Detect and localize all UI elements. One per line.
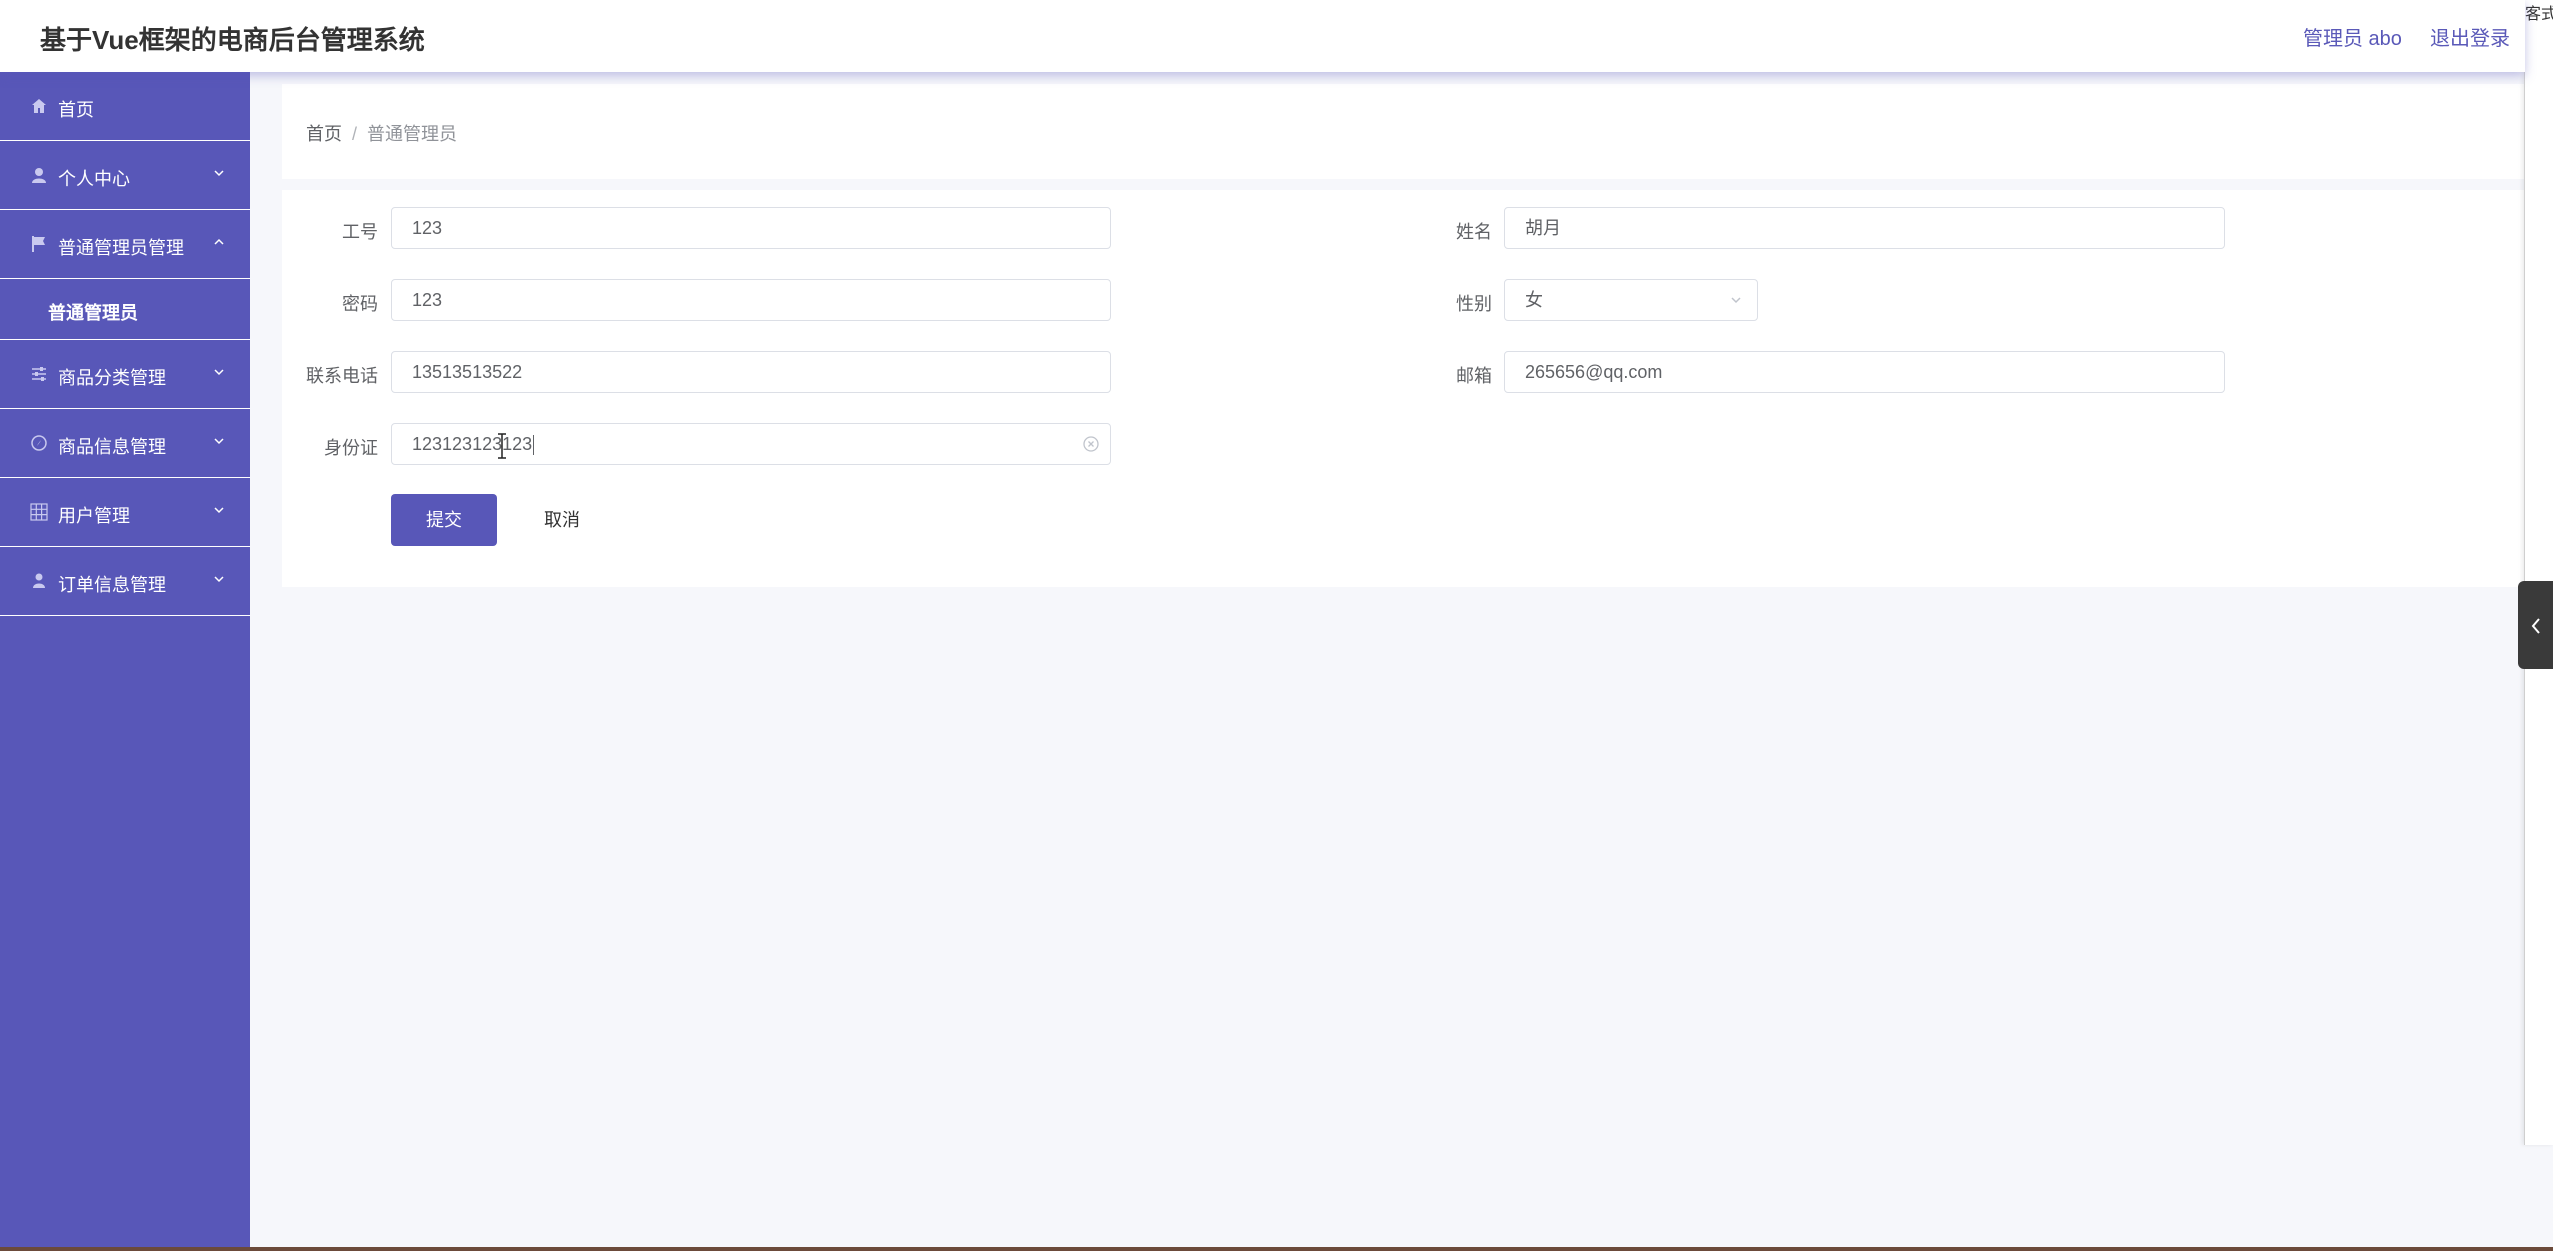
clear-icon[interactable] — [1082, 435, 1100, 453]
panel-toggle-button[interactable] — [2518, 581, 2553, 669]
chevron-down-icon — [214, 438, 224, 445]
sidebar-item-user-management[interactable]: 用户管理 — [0, 478, 250, 547]
chevron-down-icon — [214, 170, 224, 177]
i-beam-cursor-icon — [498, 433, 506, 459]
user-icon — [32, 168, 46, 183]
sidebar-item-label: 用户管理 — [58, 506, 130, 526]
password-input[interactable]: 123 — [391, 279, 1111, 321]
home-icon — [32, 99, 46, 113]
sidebar-item-admin-management[interactable]: 普通管理员管理 — [0, 210, 250, 279]
sidebar-item-label: 首页 — [58, 100, 94, 120]
bottom-edge-strip — [0, 1247, 2553, 1251]
sidebar-item-category-management[interactable]: 商品分类管理 — [0, 340, 250, 409]
breadcrumb-separator: / — [352, 124, 358, 144]
sidebar-item-label: 普通管理员管理 — [58, 238, 184, 258]
chevron-left-icon — [2531, 618, 2540, 634]
submit-button[interactable]: 提交 — [391, 494, 497, 546]
sidebar-item-home[interactable]: 首页 — [0, 72, 250, 141]
email-input[interactable]: 265656@qq.com — [1504, 351, 2225, 393]
email-label: 邮箱 — [1456, 366, 1492, 386]
sidebar-item-order-management[interactable]: 订单信息管理 — [0, 547, 250, 616]
current-user-label: 管理员 abo — [2303, 28, 2402, 50]
person-icon — [33, 573, 45, 588]
sidebar: 首页 个人中心 普通管理员管理 普通管理员 商品分类管理 商品信息管理 用户管理… — [0, 72, 250, 1251]
cancel-button[interactable]: 取消 — [520, 494, 604, 546]
employee-id-input[interactable]: 123 — [391, 207, 1111, 249]
side-panel-edge: 客式 — [2524, 0, 2553, 1145]
sidebar-item-label: 个人中心 — [58, 169, 130, 189]
phone-label: 联系电话 — [306, 366, 378, 386]
breadcrumb-card: 首页 / 普通管理员 — [282, 84, 2525, 179]
gender-select-value: 女 — [1525, 290, 1543, 310]
name-label: 姓名 — [1456, 222, 1492, 242]
sidebar-item-label: 商品分类管理 — [58, 368, 166, 388]
logout-link[interactable]: 退出登录 — [2430, 22, 2510, 51]
top-header: 基于Vue框架的电商后台管理系统 管理员 abo 退出登录 — [0, 0, 2525, 72]
chevron-down-icon — [214, 369, 224, 376]
name-input[interactable]: 胡月 — [1504, 207, 2225, 249]
password-label: 密码 — [342, 294, 378, 314]
gender-select[interactable]: 女 — [1504, 279, 1758, 321]
phone-input[interactable]: 13513513522 — [391, 351, 1111, 393]
app-title: 基于Vue框架的电商后台管理系统 — [40, 25, 425, 55]
text-caret — [533, 435, 535, 456]
id-card-input-value: 123123123123 — [412, 434, 533, 454]
side-panel-text: 客式 — [2525, 6, 2553, 23]
chevron-up-icon — [214, 238, 224, 245]
sidebar-item-label: 商品信息管理 — [58, 437, 166, 457]
sliders-icon — [32, 367, 46, 381]
breadcrumb: 首页 / 普通管理员 — [306, 120, 457, 146]
id-card-label: 身份证 — [324, 438, 378, 458]
flag-icon — [32, 236, 45, 252]
breadcrumb-current: 普通管理员 — [367, 124, 458, 144]
sidebar-item-label: 订单信息管理 — [58, 575, 166, 595]
chevron-down-icon — [214, 576, 224, 583]
sidebar-subitem-label: 普通管理员 — [48, 303, 138, 323]
chevron-down-icon — [214, 507, 224, 514]
chevron-down-icon — [1731, 297, 1741, 304]
sidebar-subitem-admin[interactable]: 普通管理员 — [0, 279, 250, 340]
breadcrumb-home-link[interactable]: 首页 — [306, 124, 342, 144]
sidebar-item-profile[interactable]: 个人中心 — [0, 141, 250, 210]
gender-label: 性别 — [1456, 294, 1492, 314]
sidebar-item-product-management[interactable]: 商品信息管理 — [0, 409, 250, 478]
grid-icon — [30, 503, 48, 521]
compass-icon — [31, 435, 47, 451]
employee-id-label: 工号 — [342, 222, 378, 242]
